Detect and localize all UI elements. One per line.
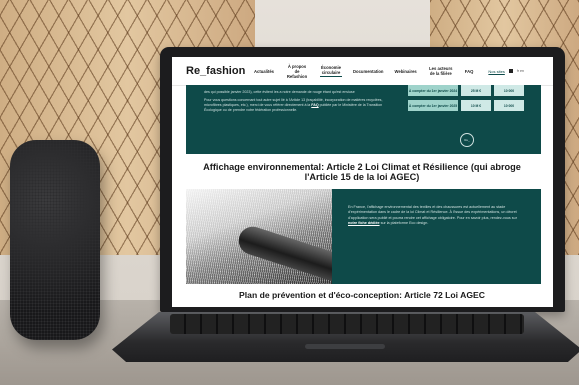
nav-item-documentation[interactable]: Documentation — [353, 69, 383, 74]
nav-item-actualites[interactable]: Actualités — [254, 69, 274, 74]
table-row: À compter du 1er janvier 2024 25 M € 10 … — [408, 85, 528, 96]
affichage-paragraph: En France, l'affichage environnemental d… — [348, 205, 517, 220]
nav-item-acteurs[interactable]: Les acteurs de la filière — [428, 66, 454, 76]
laptop-screen: Re_fashion Actualités À propos de Refash… — [172, 57, 553, 307]
affichage-section: En France, l'affichage environnemental d… — [332, 189, 541, 284]
smart-speaker — [10, 140, 100, 340]
table-cell-amount: 25 M € — [461, 85, 491, 96]
refashion-badge-icon: Re_ — [460, 133, 474, 147]
grid-icon[interactable] — [508, 69, 513, 73]
site-logo[interactable]: Re_fashion — [186, 65, 254, 77]
language-switch[interactable]: fr en — [517, 69, 524, 73]
table-cell-units: 10 000 — [494, 100, 524, 111]
site-navbar: Re_fashion Actualités À propos de Refash… — [172, 57, 553, 86]
table-cell-units: 10 000 — [494, 85, 524, 96]
article13-text-top: des qui possible janvier 2023), cette év… — [204, 90, 355, 94]
table-cell-amount: 10 M € — [461, 100, 491, 111]
table-row: À compter du 1er janvier 2025 10 M € 10 … — [408, 100, 528, 111]
faq-link[interactable]: FAQ — [311, 103, 318, 107]
fiche-dediee-link[interactable]: notre fiche dédiée — [348, 221, 380, 225]
laptop-keyboard — [170, 314, 524, 334]
threshold-table: À compter du 1er janvier 2024 25 M € 10 … — [408, 85, 528, 115]
loom-image — [186, 189, 332, 284]
article13-section: des qui possible janvier 2023), cette év… — [186, 85, 541, 154]
table-cell-date: À compter du 1er janvier 2024 — [408, 85, 458, 96]
table-cell-date: À compter du 1er janvier 2025 — [408, 100, 458, 111]
nav-item-faq[interactable]: FAQ — [465, 69, 474, 74]
article13-text: des qui possible janvier 2023), cette év… — [204, 90, 394, 116]
laptop-notch — [305, 344, 385, 349]
our-sites-link[interactable]: Nos sites — [488, 69, 504, 74]
affichage-text: En France, l'affichage environnemental d… — [348, 205, 518, 227]
heading-affichage-environnemental: Affichage environnemental: Article 2 Loi… — [203, 162, 521, 182]
affichage-paragraph-end: sur la plateforme Eco design. — [380, 221, 429, 226]
heading-plan-prevention: Plan de prévention et d'éco-conception: … — [239, 290, 485, 300]
nav-item-webinaires[interactable]: Webinaires — [395, 69, 417, 74]
nav-item-economie-circulaire[interactable]: Économie circulaire — [320, 65, 343, 77]
nav-item-a-propos[interactable]: À propos de Refashion — [285, 64, 309, 79]
